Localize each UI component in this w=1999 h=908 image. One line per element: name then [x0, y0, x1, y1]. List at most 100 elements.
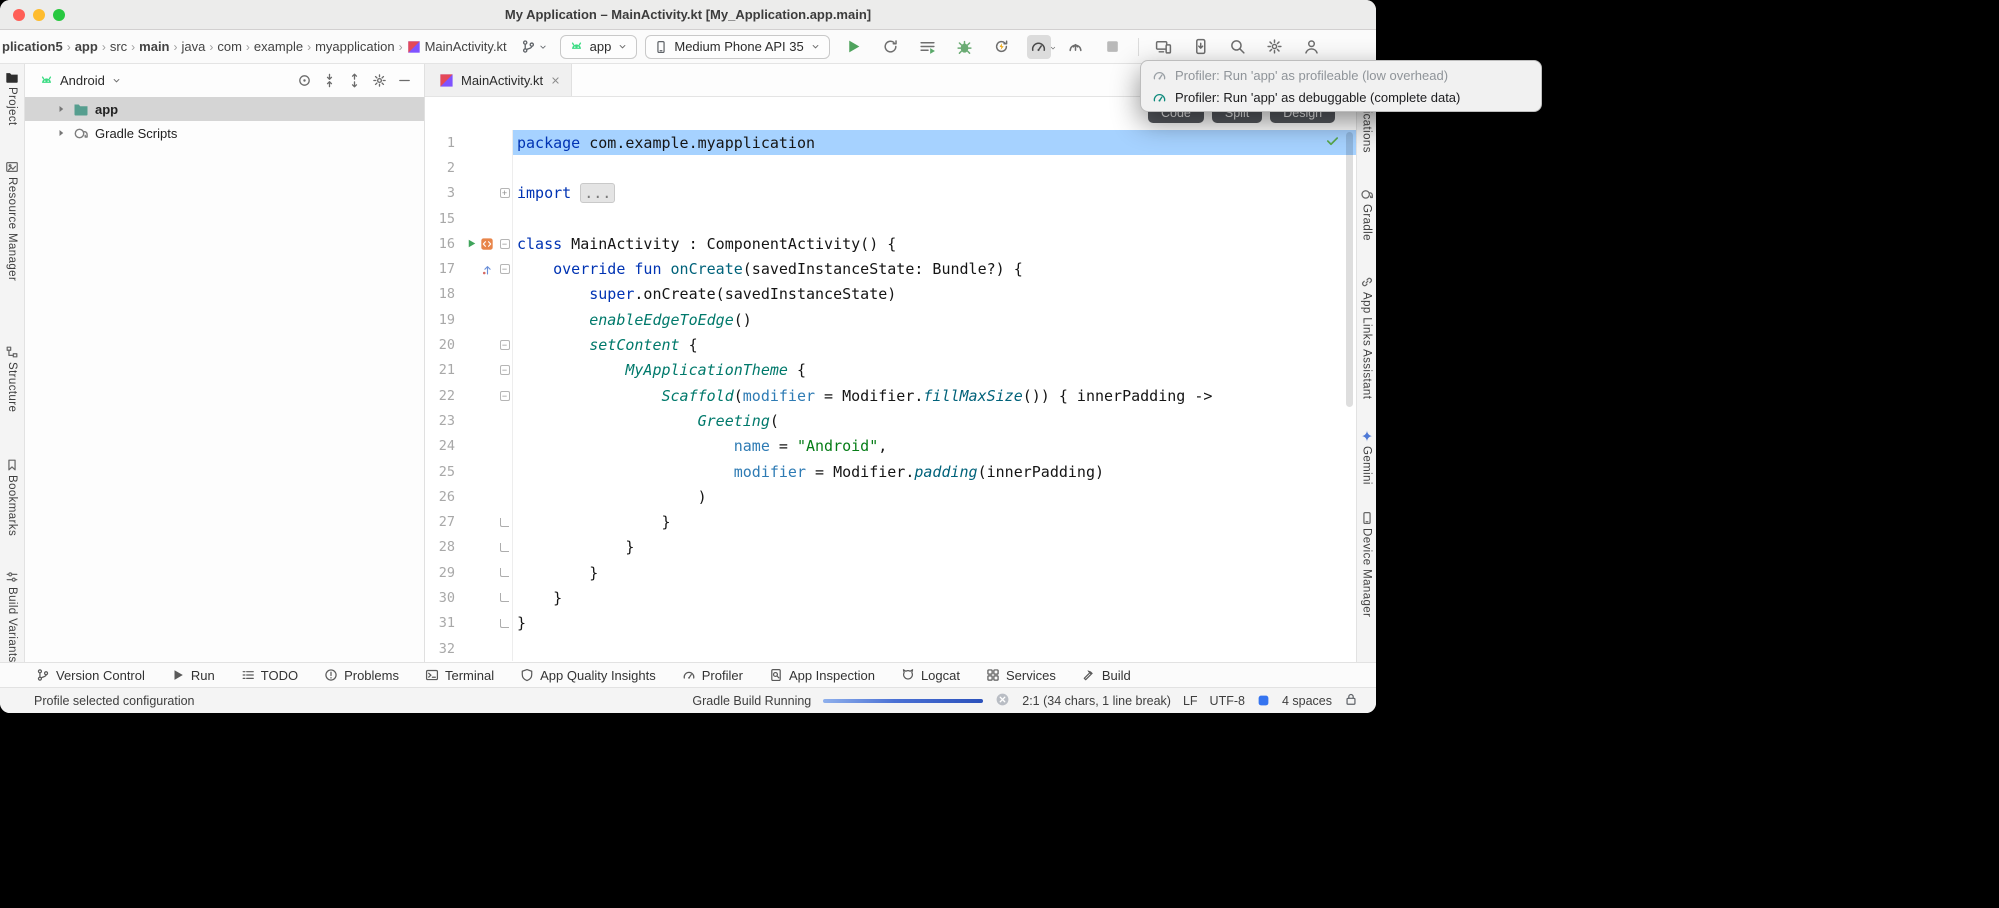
code-line-23[interactable]: 23 Greeting(	[425, 408, 1356, 433]
fold-collapse-marker[interactable]: −	[500, 264, 510, 274]
tool-strip-item-gemini[interactable]: Gemini	[1360, 429, 1374, 485]
profiler-attach-button[interactable]	[1064, 35, 1088, 59]
line-separator[interactable]: LF	[1183, 694, 1198, 708]
code-line-18[interactable]: 18 super.onCreate(savedInstanceState)	[425, 282, 1356, 307]
breadcrumb-item-plication5[interactable]: plication5	[0, 39, 65, 54]
profiler-menu-item[interactable]: Profiler: Run 'app' as profileable (low …	[1141, 64, 1541, 86]
vcs-widget[interactable]	[517, 39, 552, 54]
device-selector-combo[interactable]: Medium Phone API 35	[645, 35, 829, 59]
tab-mainactivity[interactable]: MainActivity.kt	[425, 64, 572, 96]
toolwindow-build[interactable]: Build	[1082, 668, 1131, 683]
run-button[interactable]	[842, 35, 866, 59]
close-icon	[550, 75, 561, 86]
code-line-16[interactable]: 16−class MainActivity : ComponentActivit…	[425, 231, 1356, 256]
search-button[interactable]	[1226, 35, 1250, 59]
toolwindow-run[interactable]: Run	[171, 668, 215, 683]
profiler-button[interactable]	[1027, 35, 1051, 59]
close-window-button[interactable]	[13, 9, 25, 21]
tool-strip-item-device-manager[interactable]: Device Manager	[1360, 511, 1374, 617]
toolwindow-profiler[interactable]: Profiler	[682, 668, 743, 683]
tool-strip-item-bookmarks[interactable]: Bookmarks	[5, 458, 19, 536]
gaugeup-icon	[1067, 38, 1084, 55]
settings-button[interactable]	[1263, 35, 1287, 59]
code-line-27[interactable]: 27 }	[425, 509, 1356, 534]
breadcrumb-item-src[interactable]: src	[108, 39, 129, 54]
breadcrumb-item-mainactivity-kt[interactable]: MainActivity.kt	[405, 39, 509, 54]
code-line-29[interactable]: 29 }	[425, 560, 1356, 585]
code-line-17[interactable]: 17− override fun onCreate(savedInstanceS…	[425, 256, 1356, 281]
tool-strip-item-resource-manager[interactable]: Resource Manager	[5, 160, 19, 281]
run-configuration-combo[interactable]: app	[560, 35, 638, 59]
toolbar-divider	[1138, 38, 1139, 56]
line-number: 19	[425, 312, 455, 328]
tool-window-bar: Version Control Run TODO Problems Terminal Ap…	[0, 662, 1376, 687]
gutter-icons[interactable]	[455, 263, 497, 276]
code-line-21[interactable]: 21− MyApplicationTheme {	[425, 358, 1356, 383]
toolwindow-problems[interactable]: Problems	[324, 668, 399, 683]
indent-setting[interactable]: 4 spaces	[1282, 694, 1332, 708]
code-line-28[interactable]: 28 }	[425, 535, 1356, 560]
line-number: 2	[425, 160, 455, 176]
profiler-menu-item[interactable]: Profiler: Run 'app' as debuggable (compl…	[1141, 86, 1541, 108]
fold-collapse-marker[interactable]: −	[500, 391, 510, 401]
caret-position[interactable]: 2:1 (34 chars, 1 line break)	[1022, 694, 1171, 708]
gutter-icons[interactable]	[455, 237, 497, 251]
tree-item-gradle-scripts[interactable]: Gradle Scripts	[25, 121, 424, 145]
code-line-32[interactable]: 32	[425, 636, 1356, 661]
debug-button[interactable]	[953, 35, 977, 59]
cancel-build-button[interactable]	[995, 692, 1010, 710]
tree-item-app[interactable]: app	[25, 97, 424, 121]
fold-collapse-marker[interactable]: −	[500, 340, 510, 350]
zoom-window-button[interactable]	[53, 9, 65, 21]
minimize-window-button[interactable]	[33, 9, 45, 21]
apply-changes-button[interactable]	[990, 35, 1014, 59]
editor-scrollbar[interactable]	[1346, 132, 1353, 407]
code-editor[interactable]: 1package com.example.myapplication 2 3+imp…	[425, 97, 1356, 662]
breadcrumb-item-app[interactable]: app	[73, 39, 100, 54]
fold-collapse-marker[interactable]: −	[500, 239, 510, 249]
lock-icon-button[interactable]	[1344, 692, 1358, 709]
code-line-15[interactable]: 15	[425, 206, 1356, 231]
code-line-3[interactable]: 3+import ...	[425, 181, 1356, 206]
file-encoding[interactable]: UTF-8	[1210, 694, 1245, 708]
code-line-19[interactable]: 19 enableEdgeToEdge()	[425, 307, 1356, 332]
tool-strip-item-structure[interactable]: Structure	[5, 345, 19, 412]
running-devices-button[interactable]	[1189, 35, 1213, 59]
code-line-2[interactable]: 2	[425, 155, 1356, 180]
fold-expand-marker[interactable]: +	[500, 188, 510, 198]
toolwindow-version-control[interactable]: Version Control	[36, 668, 145, 683]
code-line-25[interactable]: 25 modifier = Modifier.padding(innerPadd…	[425, 459, 1356, 484]
build-list-button[interactable]	[916, 35, 940, 59]
rerun-button[interactable]	[879, 35, 903, 59]
code-line-1[interactable]: 1package com.example.myapplication	[425, 130, 1356, 155]
toolwindow-terminal[interactable]: Terminal	[425, 668, 494, 683]
code-line-30[interactable]: 30 }	[425, 585, 1356, 610]
inspections-ok-icon[interactable]	[1325, 133, 1340, 152]
breadcrumb-item-myapplication[interactable]: myapplication	[313, 39, 397, 54]
toolwindow-todo[interactable]: TODO	[241, 668, 298, 683]
code-line-24[interactable]: 24 name = "Android",	[425, 434, 1356, 459]
tool-strip-item-build-variants[interactable]: Build Variants	[5, 570, 19, 662]
tool-strip-item-project[interactable]: Project	[5, 70, 19, 126]
link-icon	[1360, 275, 1374, 289]
code-line-31[interactable]: 31}	[425, 611, 1356, 636]
fold-collapse-marker[interactable]: −	[500, 365, 510, 375]
toolwindow-services[interactable]: Services	[986, 668, 1056, 683]
tool-strip-item-gradle[interactable]: Gradle	[1360, 187, 1374, 241]
code-line-22[interactable]: 22− Scaffold(modifier = Modifier.fillMax…	[425, 383, 1356, 408]
breadcrumb-item-java[interactable]: java	[180, 39, 208, 54]
project-view-selector[interactable]: Android	[60, 73, 105, 88]
breadcrumb-item-main[interactable]: main	[137, 39, 171, 54]
breadcrumb-item-com[interactable]: com	[215, 39, 244, 54]
breadcrumb-item-example[interactable]: example	[252, 39, 305, 54]
code-line-20[interactable]: 20− setContent {	[425, 332, 1356, 357]
stop-button[interactable]	[1101, 35, 1125, 59]
toolwindow-app-inspection[interactable]: App Inspection	[769, 668, 875, 683]
account-button[interactable]	[1300, 35, 1324, 59]
tab-close-icon[interactable]	[550, 75, 561, 86]
toolwindow-app-quality-insights[interactable]: App Quality Insights	[520, 668, 656, 683]
tool-strip-item-app-links-assistant[interactable]: App Links Assistant	[1360, 275, 1374, 399]
toolwindow-logcat[interactable]: Logcat	[901, 668, 960, 683]
device-mirror-button[interactable]	[1152, 35, 1176, 59]
code-line-26[interactable]: 26 )	[425, 484, 1356, 509]
